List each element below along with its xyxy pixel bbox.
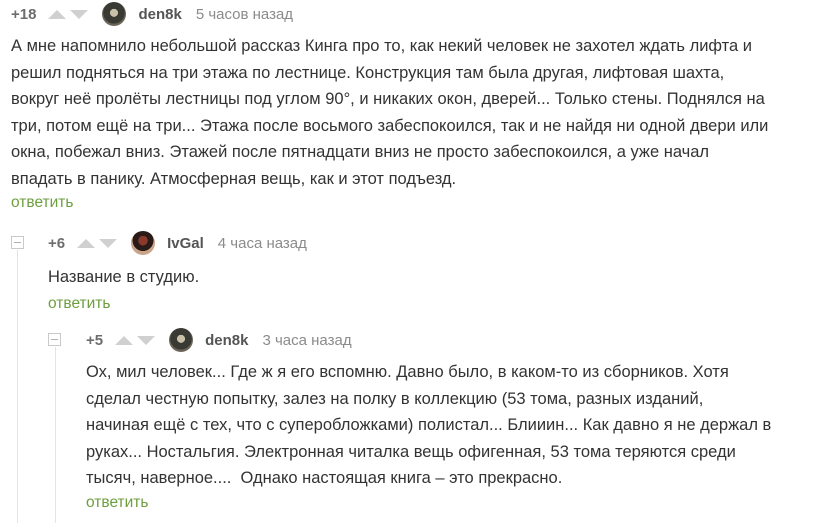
comment-text: Название в студию. — [48, 264, 808, 291]
comment-line: окна, побежал вниз. Этажей после пятнадц… — [11, 143, 710, 161]
comment-line: вокруг неё пролёты лестницы под углом 90… — [11, 90, 765, 108]
comment-line: решил подняться на три этажа по лестнице… — [11, 63, 725, 82]
downvote-arrow-icon[interactable] — [70, 9, 89, 19]
rating: +5 — [86, 331, 104, 349]
rating: +6 — [48, 234, 66, 252]
comment-text: А мне напомнило небольшой рассказ Кинга … — [11, 33, 811, 192]
author-name[interactable]: den8k — [138, 6, 181, 23]
comment-header: +18 den8k 5 часов назад — [11, 1, 811, 27]
comment-line: Название в студию. — [48, 268, 200, 286]
avatar[interactable] — [102, 2, 127, 26]
comment-text: Ох, мил человек... Где ж я его вспомню. … — [86, 359, 816, 492]
comment-2: +6 IvGal 4 часа назад Название в студию.… — [48, 230, 808, 313]
timestamp[interactable]: 4 часа назад — [218, 235, 307, 252]
reply-link[interactable]: ответить — [48, 295, 808, 313]
reply-link[interactable]: ответить — [11, 194, 811, 212]
comment-line: три, потом ещё на три... Этажа после вос… — [11, 116, 769, 135]
upvote-arrow-icon[interactable] — [77, 238, 96, 248]
upvote-arrow-icon[interactable] — [115, 335, 134, 345]
timestamp[interactable]: 5 часов назад — [196, 6, 293, 23]
comment-3: +5 den8k 3 часа назад Ох, мил человек...… — [86, 327, 816, 512]
avatar[interactable] — [169, 328, 194, 352]
comment-line: А мне напомнило небольшой рассказ Кинга … — [11, 37, 752, 55]
comment-1: +18 den8k 5 часов назад А мне напомнило … — [11, 0, 811, 212]
avatar[interactable] — [131, 231, 156, 255]
author-name[interactable]: IvGal — [167, 235, 204, 252]
rating: +18 — [11, 5, 37, 23]
downvote-arrow-icon[interactable] — [99, 238, 118, 248]
upvote-arrow-icon[interactable] — [48, 9, 67, 19]
collapse-toggle-icon[interactable] — [11, 236, 24, 249]
comment-line: начиная ещё с тех, что с суперобложками)… — [86, 416, 772, 434]
comment-line: впадать в панику. Атмосферная вещь, как … — [11, 169, 457, 188]
downvote-arrow-icon[interactable] — [137, 335, 156, 345]
thread-line-level1 — [17, 250, 18, 523]
reply-link[interactable]: ответить — [86, 494, 816, 512]
comment-header: +5 den8k 3 часа назад — [86, 327, 816, 353]
comment-line: Ох, мил человек... Где ж я его вспомню. … — [86, 363, 729, 381]
author-name[interactable]: den8k — [205, 332, 248, 349]
timestamp[interactable]: 3 часа назад — [262, 332, 351, 349]
comment-line: руках... Ностальгия. Электронная читалка… — [86, 442, 736, 461]
comment-line: тысяч, наверное.... Однако настоящая кни… — [86, 469, 563, 487]
thread-line-level2 — [55, 347, 56, 523]
collapse-toggle-icon[interactable] — [48, 333, 61, 346]
comment-header: +6 IvGal 4 часа назад — [48, 230, 808, 256]
comment-line: сделал честную попытку, залез на полку в… — [86, 389, 704, 408]
